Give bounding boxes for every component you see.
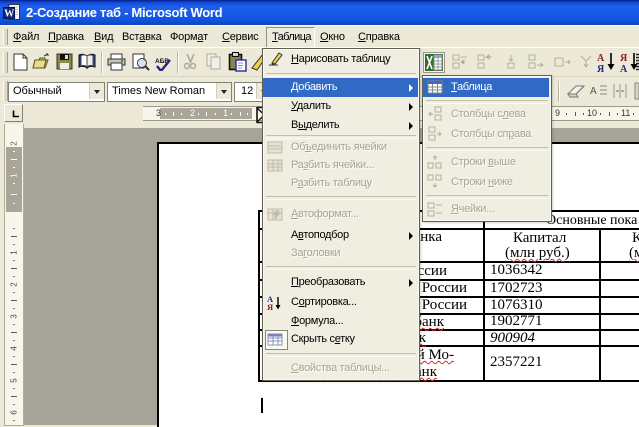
svg-text:Я: Я xyxy=(267,302,273,311)
